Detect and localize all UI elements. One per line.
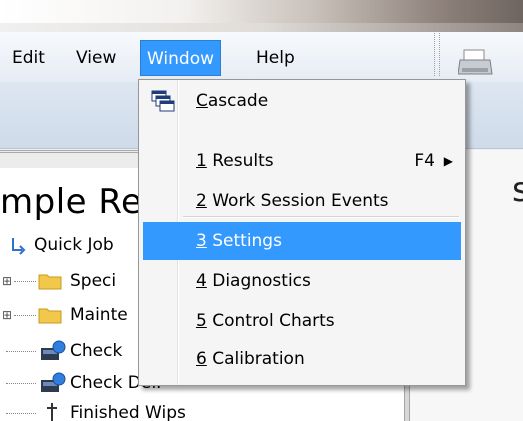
menu-item-label: 4 Diagnostics: [196, 271, 311, 291]
check-device-icon: [41, 372, 66, 392]
expand-icon[interactable]: ⊞: [2, 300, 12, 330]
menu-view[interactable]: View: [70, 40, 122, 76]
tree-item-finished[interactable]: Finished Wips: [0, 398, 200, 421]
menu-item-work-session-events[interactable]: 2 Work Session Events: [143, 182, 461, 220]
menu-edit[interactable]: Edit: [6, 40, 51, 76]
tree-item-quick-job[interactable]: Quick Job: [0, 230, 140, 260]
panel-title: mple Re: [0, 182, 143, 222]
tree-item-label: Speci: [70, 271, 117, 291]
menu-item-control-charts[interactable]: 5 Control Charts: [143, 302, 461, 340]
check-device-icon: [41, 340, 66, 360]
menu-bar: Edit View Window Help: [0, 32, 523, 82]
menu-item-shortcut: F4: [414, 151, 435, 171]
menu-item-label: 6 Calibration: [196, 349, 305, 369]
menu-help[interactable]: Help: [250, 40, 301, 76]
finished-icon: [47, 403, 57, 421]
menu-item-label: 2 Work Session Events: [196, 191, 389, 211]
menu-item-settings[interactable]: 3 Settings: [143, 222, 461, 260]
menu-item-label: 1 Results: [196, 151, 274, 171]
toolbar-grip[interactable]: [434, 30, 440, 76]
folder-icon: [38, 274, 62, 290]
menu-item-diagnostics[interactable]: 4 Diagnostics: [143, 262, 461, 300]
printer-icon[interactable]: [458, 48, 494, 78]
menu-item-cascade[interactable]: Cascade: [143, 82, 461, 120]
submenu-arrow-icon: ▶: [443, 154, 453, 168]
window-title-strip: [0, 0, 523, 32]
tree-item-maintenance[interactable]: ⊞ Mainte: [0, 300, 140, 330]
cascade-windows-icon: [151, 90, 175, 112]
tree-item-label: Check: [70, 341, 123, 361]
tree-item-special[interactable]: ⊞ Speci: [0, 266, 140, 296]
tree-item-label: Finished Wips: [70, 403, 186, 421]
tree-item-label: Quick Job: [34, 235, 114, 255]
window-menu-dropdown: Cascade 1 Results F4 ▶ 2 Work Session Ev…: [138, 79, 466, 386]
tree-item-check[interactable]: Check: [0, 336, 140, 366]
folder-icon: [38, 308, 62, 324]
quick-job-arrow-icon: [12, 238, 26, 255]
menu-window[interactable]: Window: [140, 40, 222, 76]
menu-item-calibration[interactable]: 6 Calibration: [143, 340, 461, 378]
tree-item-label: Mainte: [70, 305, 128, 325]
menu-item-label: 3 Settings: [196, 231, 282, 251]
expand-icon[interactable]: ⊞: [2, 266, 12, 296]
tree-item-check-def[interactable]: Check Def.: [0, 368, 161, 398]
menu-item-results[interactable]: 1 Results F4 ▶: [143, 142, 461, 180]
menu-item-label: Cascade: [196, 91, 269, 111]
right-pane-title-fragment: s: [512, 170, 523, 210]
menu-item-label: 5 Control Charts: [196, 311, 335, 331]
